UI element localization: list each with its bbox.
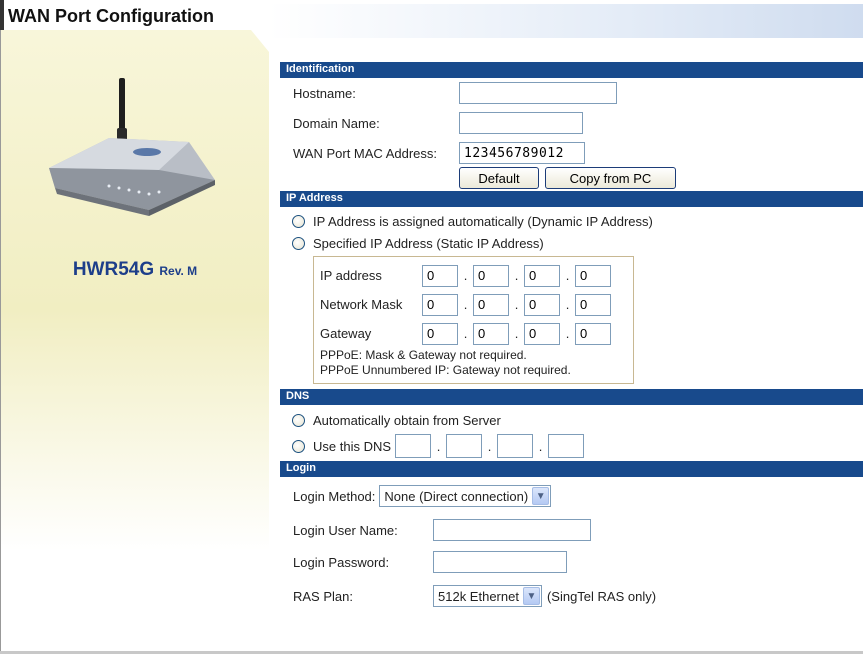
dns-octet-3[interactable] [497, 434, 534, 458]
login-password-input[interactable] [433, 551, 567, 573]
dns-auto-option[interactable]: Automatically obtain from Server [280, 409, 863, 431]
login-method-value: None (Direct connection) [384, 488, 529, 504]
network-mask-label: Network Mask [320, 297, 403, 312]
mask-octet-4[interactable] [575, 293, 611, 316]
chevron-down-icon[interactable]: ▼ [532, 487, 550, 505]
network-mask-row: Network Mask . . . [320, 290, 627, 319]
gateway-row: Gateway . . . [320, 319, 627, 348]
mac-row: WAN Port MAC Address: [280, 140, 863, 166]
copy-from-pc-button[interactable]: Copy from PC [545, 167, 676, 189]
dns-auto-label: Automatically obtain from Server [313, 412, 501, 428]
static-ip-radio[interactable] [292, 236, 305, 250]
ip-octet-3[interactable] [524, 264, 560, 287]
dynamic-ip-option[interactable]: IP Address is assigned automatically (Dy… [280, 210, 863, 232]
dns-manual-label: Use this DNS [313, 438, 392, 454]
dns-octet-4[interactable] [548, 434, 585, 458]
device-panel: HWR54G Rev. M [0, 30, 269, 654]
ip-address-row: IP address . . . [320, 261, 627, 290]
login-user-input[interactable] [433, 519, 591, 541]
dynamic-ip-label: IP Address is assigned automatically (Dy… [313, 213, 653, 229]
login-method-select[interactable]: None (Direct connection) ▼ [379, 485, 552, 507]
mask-octet-3[interactable] [524, 293, 560, 316]
gateway-octet-2[interactable] [473, 322, 509, 345]
section-dns: DNS [280, 389, 863, 405]
static-ip-group: IP address . . . Network Mask . . . Gate… [313, 256, 634, 384]
dns-octet-2[interactable] [446, 434, 483, 458]
login-password-label: Login Password: [293, 554, 390, 570]
ip-octet-2[interactable] [473, 264, 509, 287]
router-icon [49, 78, 215, 216]
mac-input[interactable] [459, 142, 585, 164]
dns-auto-radio[interactable] [292, 413, 305, 427]
domain-input[interactable] [459, 112, 583, 134]
ras-plan-note: (SingTel RAS only) [546, 588, 657, 604]
mask-octet-1[interactable] [422, 293, 458, 316]
login-user-label: Login User Name: [293, 522, 398, 538]
login-method-row: Login Method: None (Direct connection) ▼ [280, 481, 863, 511]
pppoe-unnumbered-note: PPPoE Unnumbered IP: Gateway not require… [320, 363, 571, 377]
login-method-label: Login Method: [293, 488, 376, 504]
gateway-octet-1[interactable] [422, 322, 458, 345]
mask-octet-2[interactable] [473, 293, 509, 316]
title-banner [268, 4, 863, 38]
ras-plan-label: RAS Plan: [293, 588, 353, 604]
hostname-input[interactable] [459, 82, 617, 104]
section-identification: Identification [280, 62, 863, 78]
static-ip-label: Specified IP Address (Static IP Address) [313, 235, 544, 251]
device-panel-bottom [1, 310, 269, 654]
dns-manual-row: Use this DNS . . . [280, 431, 863, 461]
default-button[interactable]: Default [459, 167, 539, 189]
ip-address-label: IP address [320, 268, 382, 283]
dynamic-ip-radio[interactable] [292, 214, 305, 228]
model-name: HWR54G [72, 259, 155, 280]
model-revision: Rev. M [159, 264, 198, 278]
chevron-down-icon[interactable]: ▼ [522, 587, 540, 605]
login-password-row: Login Password: [280, 547, 863, 577]
ras-plan-value: 512k Ethernet [438, 588, 519, 604]
ras-plan-row: RAS Plan: 512k Ethernet ▼ (SingTel RAS o… [280, 581, 863, 611]
static-ip-option[interactable]: Specified IP Address (Static IP Address) [280, 232, 863, 254]
config-form: Identification Hostname: Domain Name: WA… [280, 62, 863, 611]
gateway-label: Gateway [320, 326, 372, 341]
hostname-label: Hostname: [293, 85, 356, 101]
domain-label: Domain Name: [293, 115, 380, 131]
domain-row: Domain Name: [280, 110, 863, 136]
pppoe-note: PPPoE: Mask & Gateway not required. [320, 348, 527, 362]
dns-manual-radio[interactable] [292, 439, 305, 453]
mac-buttons-row: Default Copy from PC [280, 166, 863, 190]
login-user-row: Login User Name: [280, 515, 863, 545]
device-model: HWR54G Rev. M [1, 259, 269, 281]
section-login: Login [280, 461, 863, 477]
mac-label: WAN Port MAC Address: [293, 145, 437, 161]
section-ip-address: IP Address [280, 191, 863, 207]
ip-octet-4[interactable] [575, 264, 611, 287]
ras-plan-select[interactable]: 512k Ethernet ▼ [433, 585, 542, 607]
gateway-octet-3[interactable] [524, 322, 560, 345]
hostname-row: Hostname: [280, 80, 863, 106]
dns-octet-1[interactable] [395, 434, 432, 458]
gateway-octet-4[interactable] [575, 322, 611, 345]
ip-octet-1[interactable] [422, 264, 458, 287]
